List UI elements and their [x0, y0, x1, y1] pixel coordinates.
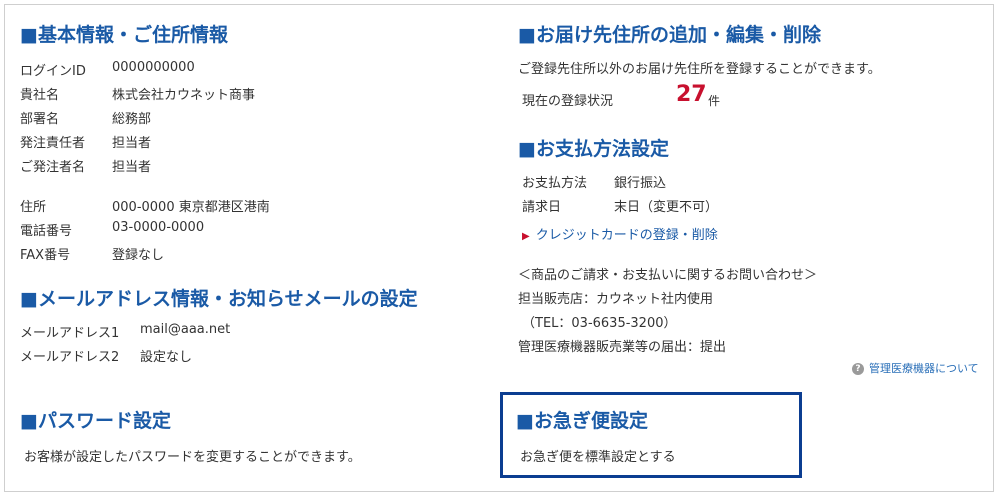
credit-card-link-label: クレジットカードの登録・削除 [535, 228, 718, 243]
company-value: 株式会社カウネット商事 [112, 88, 256, 103]
billing-day-label: 請求日 [522, 200, 562, 215]
phone-label: 電話番号 [20, 224, 73, 239]
credit-card-link[interactable]: ▶ クレジットカードの登録・削除 [522, 224, 718, 243]
email2-value: 設定なし [140, 350, 193, 365]
payment-method-label: お支払方法 [522, 176, 588, 191]
fax-value: 登録なし [112, 248, 165, 263]
delivery-address-heading: ■お届け先住所の追加・編集・削除 [518, 24, 821, 46]
medical-device-help-link[interactable]: ? 管理医療機器について [852, 360, 979, 376]
inquiry-heading: ＜商品のご請求・お支払いに関するお問い合わせ＞ [518, 268, 818, 283]
mail-settings-heading: ■メールアドレス情報・お知らせメールの設定 [20, 288, 418, 310]
billing-day-value: 末日（変更不可） [614, 200, 719, 215]
login-id-label: ログインID [20, 64, 86, 79]
email2-label: メールアドレス2 [20, 350, 120, 365]
payment-method-value: 銀行振込 [614, 176, 667, 191]
urgent-delivery-heading: ■お急ぎ便設定 [516, 410, 648, 432]
urgent-delivery-description: お急ぎ便を標準設定とする [520, 450, 676, 465]
orderer-label: ご発注者名 [20, 160, 86, 175]
address-label: 住所 [20, 200, 47, 215]
medical-device-help-label: 管理医療機器について [869, 362, 979, 375]
department-label: 部署名 [20, 112, 60, 127]
email1-value: mail@aaa.net [140, 322, 231, 337]
department-value: 総務部 [112, 112, 152, 127]
fax-label: FAX番号 [20, 248, 71, 263]
store-phone: （TEL：03-6635-3200） [522, 316, 677, 331]
password-description: お客様が設定したパスワードを変更することができます。 [24, 450, 361, 465]
registration-status-label: 現在の登録状況 [522, 94, 614, 109]
urgent-delivery-highlight [500, 392, 802, 478]
company-label: 貴社名 [20, 88, 60, 103]
registration-unit: 件 [708, 94, 721, 108]
delivery-description: ご登録先住所以外のお届け先住所を登録することができます。 [518, 62, 881, 77]
medical-notification: 管理医療機器販売業等の届出：提出 [518, 340, 727, 355]
basic-info-heading: ■基本情報・ご住所情報 [20, 24, 228, 46]
store-info: 担当販売店：カウネット社内使用 [518, 292, 714, 307]
triangle-right-icon: ▶ [522, 231, 530, 242]
phone-value: 03-0000-0000 [112, 220, 205, 235]
question-circle-icon: ? [852, 363, 864, 375]
payment-heading: ■お支払方法設定 [518, 138, 669, 160]
order-manager-value: 担当者 [112, 136, 152, 151]
password-heading: ■パスワード設定 [20, 410, 171, 432]
login-id-value: 0000000000 [112, 60, 195, 75]
address-value: 000-0000 東京都港区港南 [112, 200, 270, 215]
orderer-value: 担当者 [112, 160, 152, 175]
email1-label: メールアドレス1 [20, 326, 120, 341]
order-manager-label: 発注責任者 [20, 136, 86, 151]
registration-count: 27 [676, 82, 707, 107]
